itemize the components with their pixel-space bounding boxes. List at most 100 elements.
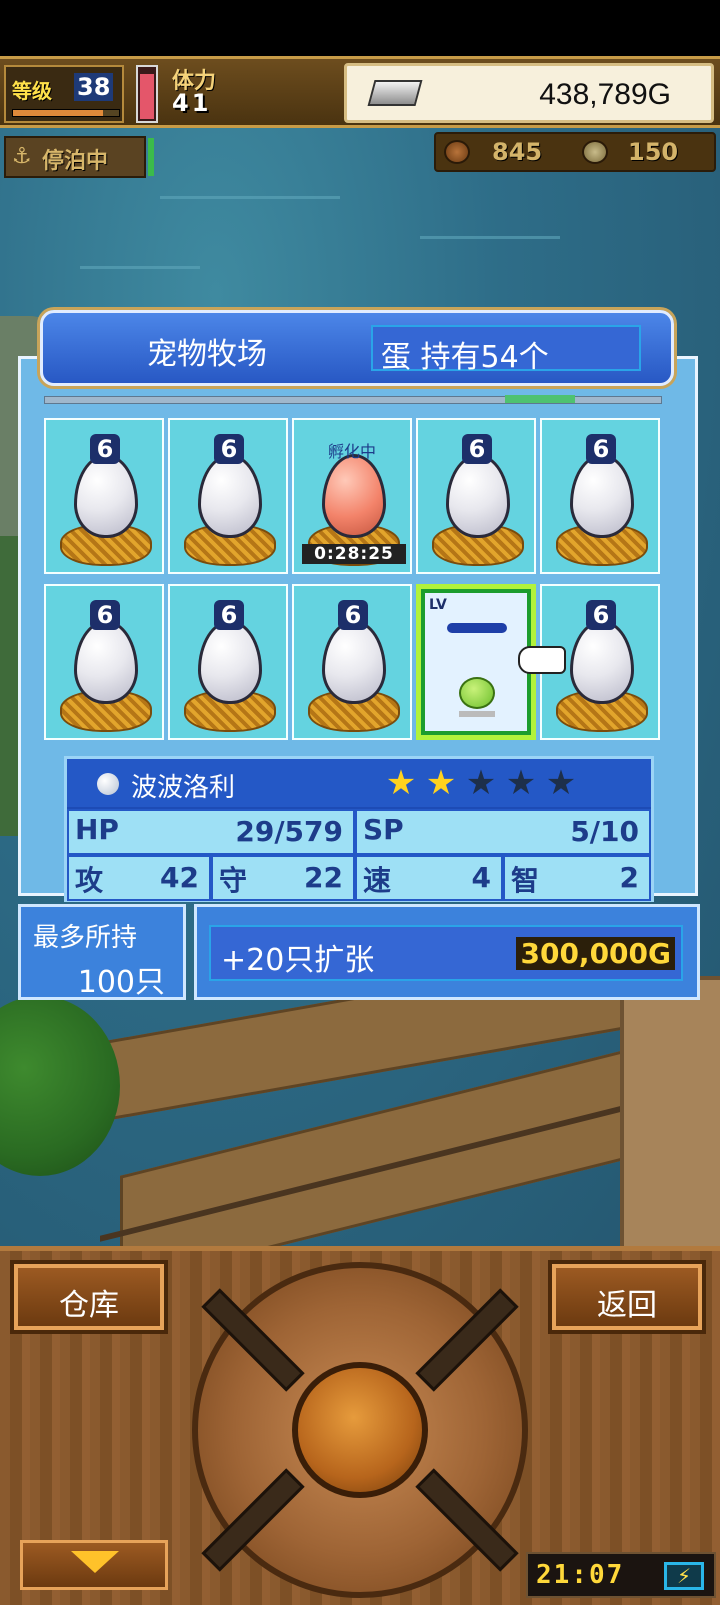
pet-card: LV <box>425 593 527 731</box>
pet-info-box: 波波洛利 ★ ★ ★ ★ ★ HP 29/579 SP 5/10 攻 42 守 22 速… <box>64 756 654 902</box>
hand-pointer-icon <box>518 646 566 674</box>
level-box: 等级 38 <box>4 65 124 123</box>
max-capacity-box: 最多所持 100只 <box>18 904 186 1000</box>
back-button[interactable]: 返回 <box>552 1264 702 1330</box>
level-label: 等级 <box>12 79 52 103</box>
gold-value: 438,789G <box>539 78 671 111</box>
egg-icon <box>570 620 634 704</box>
egg-slot[interactable]: 6 <box>44 584 164 740</box>
egg-count-badge: 6 <box>214 434 244 464</box>
egg-icon <box>198 620 262 704</box>
stat-hp: HP 29/579 <box>67 809 355 855</box>
silver-ingot-icon <box>367 80 423 106</box>
expand-price: 300,000G <box>516 937 675 970</box>
stat-speed: 速 4 <box>355 855 503 901</box>
warehouse-button-label: 仓库 <box>59 1288 119 1323</box>
gold-display: 438,789G <box>344 63 714 123</box>
water-ripple <box>420 236 560 239</box>
egg-icon <box>322 454 386 538</box>
tab-eggs-label: 蛋 持有54个 <box>381 340 549 375</box>
egg-slot[interactable]: 6 <box>416 418 536 574</box>
back-button-label: 返回 <box>597 1288 657 1323</box>
egg-slot[interactable]: 6 <box>168 584 288 740</box>
egg-icon <box>74 620 138 704</box>
egg-icon <box>322 620 386 704</box>
clock-time: 21:07 <box>536 1560 625 1590</box>
list-scrollbar[interactable] <box>44 395 662 404</box>
pet-hp-bar <box>447 623 507 633</box>
meat-count: 845 <box>492 138 543 166</box>
status-indicator <box>148 138 154 176</box>
pet-name-row: 波波洛利 ★ ★ ★ ★ ★ <box>67 759 651 807</box>
star-empty-icon: ★ <box>505 763 537 803</box>
battery-charging-icon: ⚡ <box>664 1562 704 1590</box>
max-capacity-value: 100只 <box>77 965 165 1000</box>
water-ripple <box>160 196 340 199</box>
top-hud: 等级 38 体力 41 438,789G <box>0 56 720 128</box>
egg-slot[interactable]: 6 <box>540 418 660 574</box>
directional-pad[interactable] <box>192 1262 528 1598</box>
level-progress-bar <box>12 109 120 117</box>
stat-key: 速 <box>363 864 392 897</box>
stamina-value: 41 <box>172 89 212 117</box>
hatch-timer: 0:28:25 <box>302 544 406 564</box>
hatching-label: 孵化中 <box>327 442 376 461</box>
tab-eggs[interactable]: 蛋 持有54个 <box>371 325 641 375</box>
egg-count-badge: 6 <box>462 434 492 464</box>
egg-slot-hatching[interactable]: 孵化中 0:28:25 <box>292 418 412 574</box>
stat-key: SP <box>363 813 404 846</box>
egg-count-badge: 6 <box>214 600 244 630</box>
egg-icon <box>570 454 634 538</box>
expand-label: +20只扩张 <box>221 943 375 978</box>
anchor-status: ⚓ 停泊中 <box>4 136 146 178</box>
stamina-gauge <box>136 65 158 123</box>
medal-count: 150 <box>628 138 679 166</box>
star-empty-icon: ★ <box>465 763 497 803</box>
tree <box>0 996 120 1176</box>
pet-level-label: LV <box>429 597 447 613</box>
resource-bar: 845 150 <box>434 132 716 172</box>
anchor-status-text: 停泊中 <box>42 149 109 174</box>
panel-title: 宠物牧场 <box>147 337 267 372</box>
egg-icon <box>198 454 262 538</box>
menu-toggle-button[interactable] <box>20 1540 168 1590</box>
egg-icon <box>74 454 138 538</box>
medal-icon <box>582 140 608 164</box>
egg-slot[interactable]: 6 <box>44 418 164 574</box>
egg-icon <box>446 454 510 538</box>
expand-capacity-button[interactable]: +20只扩张 300,000G <box>209 925 683 981</box>
stat-table: HP 29/579 SP 5/10 攻 42 守 22 速 4 智 2 <box>67 809 651 903</box>
scroll-thumb[interactable] <box>505 395 575 403</box>
egg-slot[interactable]: 6 <box>168 418 288 574</box>
stat-intelligence: 智 2 <box>503 855 651 901</box>
stat-key: 攻 <box>75 864 104 897</box>
water-ripple <box>80 266 200 269</box>
stat-value: 4 <box>471 861 491 894</box>
star-filled-icon: ★ <box>425 763 457 803</box>
meat-icon <box>444 140 470 164</box>
anchor-icon: ⚓ <box>12 144 32 169</box>
egg-slot[interactable]: 6 <box>292 584 412 740</box>
warehouse-building <box>620 976 720 1246</box>
stat-key: 智 <box>511 864 540 897</box>
stat-value: 42 <box>160 861 199 894</box>
pet-name: 波波洛利 <box>131 773 236 803</box>
egg-count-badge: 6 <box>90 600 120 630</box>
stat-defense: 守 22 <box>211 855 355 901</box>
expand-capacity-box: +20只扩张 300,000G <box>194 904 700 1000</box>
star-empty-icon: ★ <box>545 763 577 803</box>
egg-grid: 6 6 孵化中 0:28:25 6 6 6 6 6 LV 6 <box>44 418 674 744</box>
panel-header: 宠物牧场 蛋 持有54个 <box>40 310 674 386</box>
stat-key: 守 <box>219 864 248 897</box>
stat-value: 5/10 <box>570 815 639 848</box>
stat-key: HP <box>75 813 119 846</box>
max-capacity-label: 最多所持 <box>33 923 138 953</box>
stat-value: 29/579 <box>235 815 343 848</box>
stat-attack: 攻 42 <box>67 855 211 901</box>
stat-value: 2 <box>619 861 639 894</box>
egg-count-badge: 6 <box>338 600 368 630</box>
warehouse-button[interactable]: 仓库 <box>14 1264 164 1330</box>
dpad-center-button[interactable] <box>292 1362 428 1498</box>
stat-sp: SP 5/10 <box>355 809 651 855</box>
star-filled-icon: ★ <box>385 763 417 803</box>
